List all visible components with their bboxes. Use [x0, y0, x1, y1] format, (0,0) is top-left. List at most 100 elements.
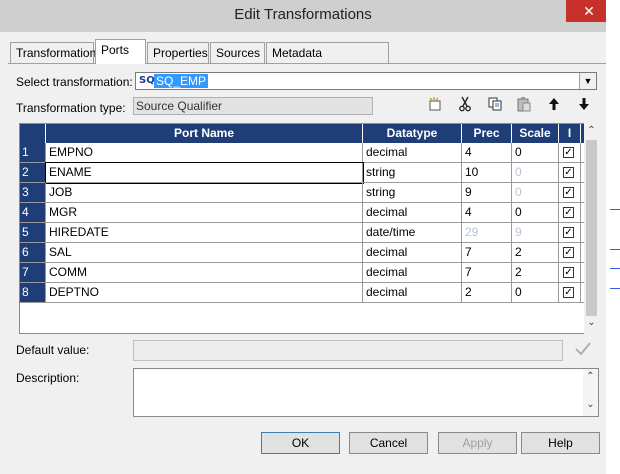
table-row[interactable]: 3JOBstring90✓✓	[20, 183, 599, 203]
description-scrollbar[interactable]: ⌃ ⌄	[583, 369, 598, 416]
datatype-cell[interactable]: decimal	[363, 283, 462, 303]
row-number-header	[20, 124, 46, 143]
prec-cell[interactable]: 4	[462, 143, 512, 163]
scale-cell[interactable]: 0	[512, 143, 559, 163]
datatype-cell[interactable]: string	[363, 163, 462, 183]
copy-icon[interactable]	[484, 96, 506, 118]
prec-cell[interactable]: 7	[462, 243, 512, 263]
port-name-cell[interactable]: SAL	[46, 243, 363, 263]
input-checkbox[interactable]: ✓	[563, 147, 574, 158]
scroll-thumb[interactable]	[586, 140, 597, 316]
tab-transformation[interactable]: Transformation	[10, 42, 96, 63]
select-transformation-combo[interactable]: SQ SQ_EMP ▼	[135, 72, 597, 90]
move-down-icon[interactable]	[573, 96, 595, 118]
new-port-icon[interactable]	[424, 96, 446, 118]
table-row[interactable]: 1EMPNOdecimal40✓✓	[20, 143, 599, 163]
prec-cell[interactable]: 2	[462, 283, 512, 303]
datatype-cell[interactable]: decimal	[363, 263, 462, 283]
cancel-button[interactable]: Cancel	[349, 432, 428, 454]
scroll-up-icon[interactable]: ⌃	[584, 125, 599, 136]
grid-scrollbar[interactable]: ⌃ ⌄	[584, 123, 599, 334]
help-button[interactable]: Help	[521, 432, 600, 454]
port-name-cell[interactable]: EMPNO	[46, 143, 363, 163]
row-number[interactable]: 1	[20, 143, 46, 163]
prec-header[interactable]: Prec	[462, 124, 512, 143]
default-value-field[interactable]	[133, 340, 563, 361]
background-canvas	[606, 0, 620, 474]
move-up-icon[interactable]	[543, 96, 565, 118]
scale-cell[interactable]: 9	[512, 223, 559, 243]
row-number[interactable]: 8	[20, 283, 46, 303]
port-name-cell[interactable]: MGR	[46, 203, 363, 223]
datatype-cell[interactable]: decimal	[363, 243, 462, 263]
table-row[interactable]: 2ENAMEstring100✓✓	[20, 162, 599, 184]
tab-sources[interactable]: Sources	[210, 42, 265, 63]
input-port-cell[interactable]: ✓	[559, 223, 581, 243]
row-number[interactable]: 2	[20, 163, 46, 183]
datatype-cell[interactable]: decimal	[363, 143, 462, 163]
table-row[interactable]: 8DEPTNOdecimal20✓✓	[20, 283, 599, 303]
port-name-cell[interactable]: HIREDATE	[46, 223, 363, 243]
apply-button[interactable]: Apply	[438, 432, 517, 454]
prec-cell[interactable]: 4	[462, 203, 512, 223]
input-port-cell[interactable]: ✓	[559, 143, 581, 163]
datatype-cell[interactable]: string	[363, 183, 462, 203]
input-checkbox[interactable]: ✓	[563, 247, 574, 258]
scale-header[interactable]: Scale	[512, 124, 559, 143]
prec-cell[interactable]: 7	[462, 263, 512, 283]
table-row[interactable]: 6SALdecimal72✓✓	[20, 243, 599, 263]
input-port-cell[interactable]: ✓	[559, 183, 581, 203]
row-number[interactable]: 4	[20, 203, 46, 223]
input-checkbox[interactable]: ✓	[563, 227, 574, 238]
input-checkbox[interactable]: ✓	[563, 167, 574, 178]
input-port-cell[interactable]: ✓	[559, 283, 581, 303]
scroll-down-icon[interactable]: ⌄	[584, 317, 599, 328]
prec-cell[interactable]: 10	[462, 163, 512, 183]
port-name-cell[interactable]: DEPTNO	[46, 283, 363, 303]
port-name-cell[interactable]: COMM	[46, 263, 363, 283]
port-name-cell[interactable]: ENAME	[45, 162, 364, 184]
table-row[interactable]: 5HIREDATEdate/time299✓✓	[20, 223, 599, 243]
datatype-header[interactable]: Datatype	[363, 124, 462, 143]
cut-icon[interactable]	[454, 96, 476, 118]
paste-icon[interactable]	[513, 96, 535, 118]
scale-cell[interactable]: 0	[512, 203, 559, 223]
scale-cell[interactable]: 0	[512, 163, 559, 183]
input-port-cell[interactable]: ✓	[559, 163, 581, 183]
validate-checkmark-icon[interactable]	[574, 341, 592, 360]
tab-properties[interactable]: Properties	[147, 42, 209, 63]
chevron-down-icon[interactable]: ▼	[579, 73, 596, 89]
edit-transformations-dialog: Edit Transformations Transformation Port…	[0, 0, 607, 474]
input-checkbox[interactable]: ✓	[563, 207, 574, 218]
prec-cell[interactable]: 29	[462, 223, 512, 243]
scale-cell[interactable]: 0	[512, 283, 559, 303]
scroll-up-icon[interactable]: ⌃	[583, 371, 598, 382]
prec-cell[interactable]: 9	[462, 183, 512, 203]
row-number[interactable]: 6	[20, 243, 46, 263]
scale-cell[interactable]: 0	[512, 183, 559, 203]
datatype-cell[interactable]: date/time	[363, 223, 462, 243]
row-number[interactable]: 7	[20, 263, 46, 283]
input-checkbox[interactable]: ✓	[563, 267, 574, 278]
input-checkbox[interactable]: ✓	[563, 287, 574, 298]
scale-cell[interactable]: 2	[512, 243, 559, 263]
row-number[interactable]: 5	[20, 223, 46, 243]
tab-metadata-extensions[interactable]: Metadata Extensions	[266, 42, 389, 80]
port-name-cell[interactable]: JOB	[46, 183, 363, 203]
description-field[interactable]: ⌃ ⌄	[133, 368, 599, 417]
input-port-cell[interactable]: ✓	[559, 243, 581, 263]
datatype-cell[interactable]: decimal	[363, 203, 462, 223]
ok-button[interactable]: OK	[261, 432, 340, 454]
input-checkbox[interactable]: ✓	[563, 187, 574, 198]
port-name-header[interactable]: Port Name	[46, 124, 363, 143]
link-line	[610, 209, 620, 210]
input-port-cell[interactable]: ✓	[559, 203, 581, 223]
table-row[interactable]: 4MGRdecimal40✓✓	[20, 203, 599, 223]
input-header[interactable]: I	[559, 124, 581, 143]
input-port-cell[interactable]: ✓	[559, 263, 581, 283]
scroll-down-icon[interactable]: ⌄	[583, 399, 598, 410]
scale-cell[interactable]: 2	[512, 263, 559, 283]
row-number[interactable]: 3	[20, 183, 46, 203]
table-row[interactable]: 7COMMdecimal72✓✓	[20, 263, 599, 283]
tab-ports[interactable]: Ports	[95, 39, 146, 64]
